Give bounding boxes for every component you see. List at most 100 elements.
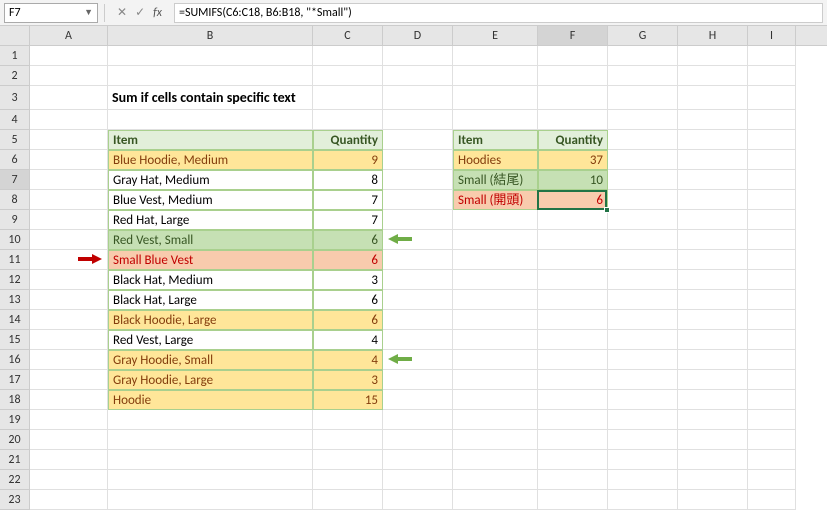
cell[interactable] (108, 410, 313, 430)
cell[interactable] (748, 86, 796, 110)
cell[interactable] (108, 46, 313, 66)
cell[interactable] (30, 130, 108, 150)
cell[interactable]: 4 (313, 350, 383, 370)
cell[interactable]: Sum if cells contain specific text (108, 86, 313, 110)
cell[interactable] (30, 230, 108, 250)
cell[interactable] (108, 110, 313, 130)
cell[interactable] (538, 110, 608, 130)
cell[interactable] (608, 250, 678, 270)
cell[interactable] (678, 230, 748, 250)
cell[interactable] (538, 86, 608, 110)
cell[interactable] (383, 170, 453, 190)
cell[interactable] (748, 130, 796, 150)
cell[interactable]: 7 (313, 210, 383, 230)
cell[interactable] (608, 430, 678, 450)
cell[interactable]: 4 (313, 330, 383, 350)
cell[interactable]: Item (453, 130, 538, 150)
cell[interactable]: 6 (538, 190, 608, 210)
cell[interactable] (608, 370, 678, 390)
cell[interactable] (383, 66, 453, 86)
cell[interactable] (453, 350, 538, 370)
cell[interactable] (538, 390, 608, 410)
col-header-B[interactable]: B (108, 26, 313, 45)
cell[interactable] (108, 66, 313, 86)
row-header[interactable]: 20 (0, 430, 30, 450)
cell[interactable] (383, 450, 453, 470)
cell[interactable] (30, 310, 108, 330)
cell[interactable] (678, 470, 748, 490)
chevron-down-icon[interactable]: ▼ (84, 7, 93, 18)
row-header[interactable]: 3 (0, 86, 30, 110)
cell[interactable] (678, 490, 748, 510)
cell[interactable] (30, 410, 108, 430)
cell[interactable] (678, 350, 748, 370)
cell[interactable] (748, 46, 796, 66)
cell[interactable] (383, 130, 453, 150)
row-header[interactable]: 18 (0, 390, 30, 410)
cell[interactable] (453, 490, 538, 510)
cell[interactable] (108, 470, 313, 490)
cell[interactable] (383, 290, 453, 310)
cell[interactable] (748, 330, 796, 350)
row-header[interactable]: 7 (0, 170, 30, 190)
cell[interactable] (608, 46, 678, 66)
cell[interactable] (538, 350, 608, 370)
col-header-F[interactable]: F (538, 26, 608, 45)
cell[interactable] (748, 290, 796, 310)
cell[interactable] (453, 370, 538, 390)
row-header[interactable]: 8 (0, 190, 30, 210)
cell[interactable] (608, 230, 678, 250)
row-header[interactable]: 9 (0, 210, 30, 230)
cell[interactable] (383, 370, 453, 390)
cell[interactable] (313, 490, 383, 510)
cell[interactable] (538, 210, 608, 230)
cell[interactable] (453, 450, 538, 470)
cell[interactable] (608, 310, 678, 330)
cell[interactable]: Black Hat, Medium (108, 270, 313, 290)
cell[interactable] (608, 130, 678, 150)
cell[interactable] (748, 450, 796, 470)
cell[interactable] (678, 330, 748, 350)
cell[interactable] (108, 450, 313, 470)
col-header-H[interactable]: H (678, 26, 748, 45)
cell[interactable] (608, 270, 678, 290)
cell[interactable] (678, 450, 748, 470)
cell[interactable] (748, 230, 796, 250)
row-header[interactable]: 14 (0, 310, 30, 330)
cell[interactable] (748, 150, 796, 170)
cell[interactable] (313, 66, 383, 86)
cell[interactable] (453, 290, 538, 310)
cell[interactable] (453, 210, 538, 230)
cell[interactable] (453, 250, 538, 270)
cell[interactable]: 37 (538, 150, 608, 170)
cell[interactable] (383, 250, 453, 270)
cell[interactable] (313, 430, 383, 450)
row-header[interactable]: 11 (0, 250, 30, 270)
cell[interactable] (608, 86, 678, 110)
cell[interactable]: 8 (313, 170, 383, 190)
cell[interactable]: 6 (313, 230, 383, 250)
cell[interactable] (748, 470, 796, 490)
cell[interactable] (30, 66, 108, 86)
row-header[interactable]: 2 (0, 66, 30, 86)
fx-icon[interactable]: fx (153, 6, 162, 20)
cell[interactable] (383, 210, 453, 230)
cell[interactable] (30, 490, 108, 510)
row-header[interactable]: 23 (0, 490, 30, 510)
cell[interactable] (313, 46, 383, 66)
cell[interactable] (30, 330, 108, 350)
cell[interactable] (538, 370, 608, 390)
cell[interactable] (538, 66, 608, 86)
cell[interactable] (30, 190, 108, 210)
cell[interactable] (30, 450, 108, 470)
cell[interactable] (453, 330, 538, 350)
cell[interactable] (678, 210, 748, 230)
cell[interactable] (678, 86, 748, 110)
col-header-E[interactable]: E (453, 26, 538, 45)
cell[interactable] (748, 410, 796, 430)
cell[interactable]: Gray Hoodie, Large (108, 370, 313, 390)
cell[interactable] (453, 230, 538, 250)
cell[interactable] (538, 470, 608, 490)
cell[interactable] (748, 490, 796, 510)
row-header[interactable]: 5 (0, 130, 30, 150)
